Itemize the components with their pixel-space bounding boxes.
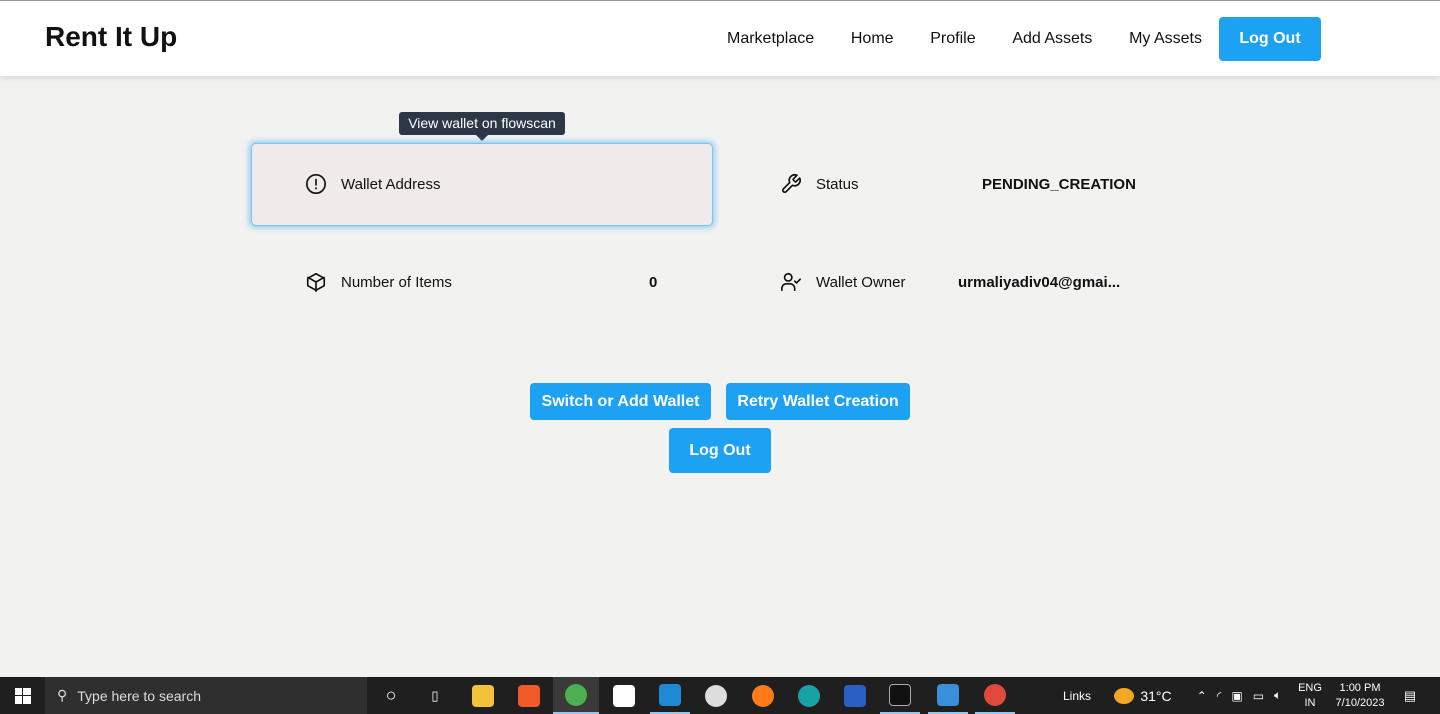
wifi-icon[interactable]: ◜ xyxy=(1217,689,1222,703)
system-tray[interactable]: ⌃ ◜ ▣ ▭ 🔈︎ xyxy=(1184,677,1294,714)
taskbar: ⚲ Type here to search ○ ▯ Links 31°C ⌃ ◜ ▣… xyxy=(0,677,1440,714)
brave-icon[interactable] xyxy=(516,677,542,714)
powershell-icon[interactable] xyxy=(842,677,868,714)
nav-profile[interactable]: Profile xyxy=(930,30,975,48)
switch-wallet-button[interactable]: Switch or Add Wallet xyxy=(530,383,711,420)
wrench-icon xyxy=(782,174,801,193)
nav-add-assets[interactable]: Add Assets xyxy=(1012,30,1092,48)
logout-button[interactable]: Log Out xyxy=(669,428,771,473)
language-indicator[interactable]: ENG IN xyxy=(1296,677,1324,714)
weather-icon xyxy=(1114,687,1135,704)
chrome-icon[interactable] xyxy=(553,677,599,714)
terminal-icon[interactable] xyxy=(880,677,920,714)
battery-icon[interactable]: ▭ xyxy=(1253,689,1264,703)
chevron-up-icon[interactable]: ⌃ xyxy=(1197,689,1207,703)
navbar: Rent It Up Marketplace Home Profile Add … xyxy=(0,0,1440,76)
edge-icon[interactable] xyxy=(796,677,822,714)
search-icon: ⚲ xyxy=(57,687,68,703)
nav-my-assets[interactable]: My Assets xyxy=(1129,30,1202,48)
retry-wallet-button[interactable]: Retry Wallet Creation xyxy=(726,383,910,420)
status-label: Status xyxy=(780,173,859,195)
task-view-icon[interactable]: ▯ xyxy=(422,677,448,714)
notion-icon[interactable] xyxy=(611,677,637,714)
tooltip: View wallet on flowscan xyxy=(399,112,565,141)
photos-icon[interactable] xyxy=(928,677,968,714)
camera-icon[interactable]: ▣ xyxy=(1231,689,1242,703)
nav-logout-button[interactable]: Log Out xyxy=(1219,17,1321,61)
brand-logo[interactable]: Rent It Up xyxy=(45,21,177,53)
box-icon xyxy=(306,272,326,292)
clock[interactable]: 1:00 PM 7/10/2023 xyxy=(1328,677,1392,714)
nav-marketplace[interactable]: Marketplace xyxy=(727,30,814,48)
app-icon[interactable] xyxy=(703,677,729,714)
user-check-icon xyxy=(781,272,801,292)
alert-circle-icon xyxy=(306,174,326,194)
owner-label: Wallet Owner xyxy=(780,271,905,293)
weather-widget[interactable]: 31°C xyxy=(1110,677,1176,714)
notifications-icon[interactable]: ▤ xyxy=(1398,677,1422,714)
snipping-tool-icon[interactable] xyxy=(975,677,1015,714)
items-value: 0 xyxy=(649,274,658,291)
volume-icon[interactable]: 🔈︎ xyxy=(1274,688,1281,703)
cortana-icon[interactable]: ○ xyxy=(378,677,404,714)
windows-start-icon[interactable] xyxy=(0,677,45,714)
firefox-icon[interactable] xyxy=(750,677,776,714)
wallet-address-label[interactable]: Wallet Address xyxy=(305,173,441,195)
file-explorer-icon[interactable] xyxy=(470,677,496,714)
items-label: Number of Items xyxy=(305,271,452,293)
links-toolbar[interactable]: Links xyxy=(1060,677,1094,714)
nav-home[interactable]: Home xyxy=(851,30,894,48)
taskbar-search[interactable]: ⚲ Type here to search xyxy=(45,677,367,714)
owner-value: urmaliyadiv04@gmai... xyxy=(958,274,1121,291)
status-value: PENDING_CREATION xyxy=(982,176,1136,193)
vscode-icon[interactable] xyxy=(650,677,690,714)
nav-links: Marketplace Home Profile Add Assets My A… xyxy=(727,1,1202,77)
